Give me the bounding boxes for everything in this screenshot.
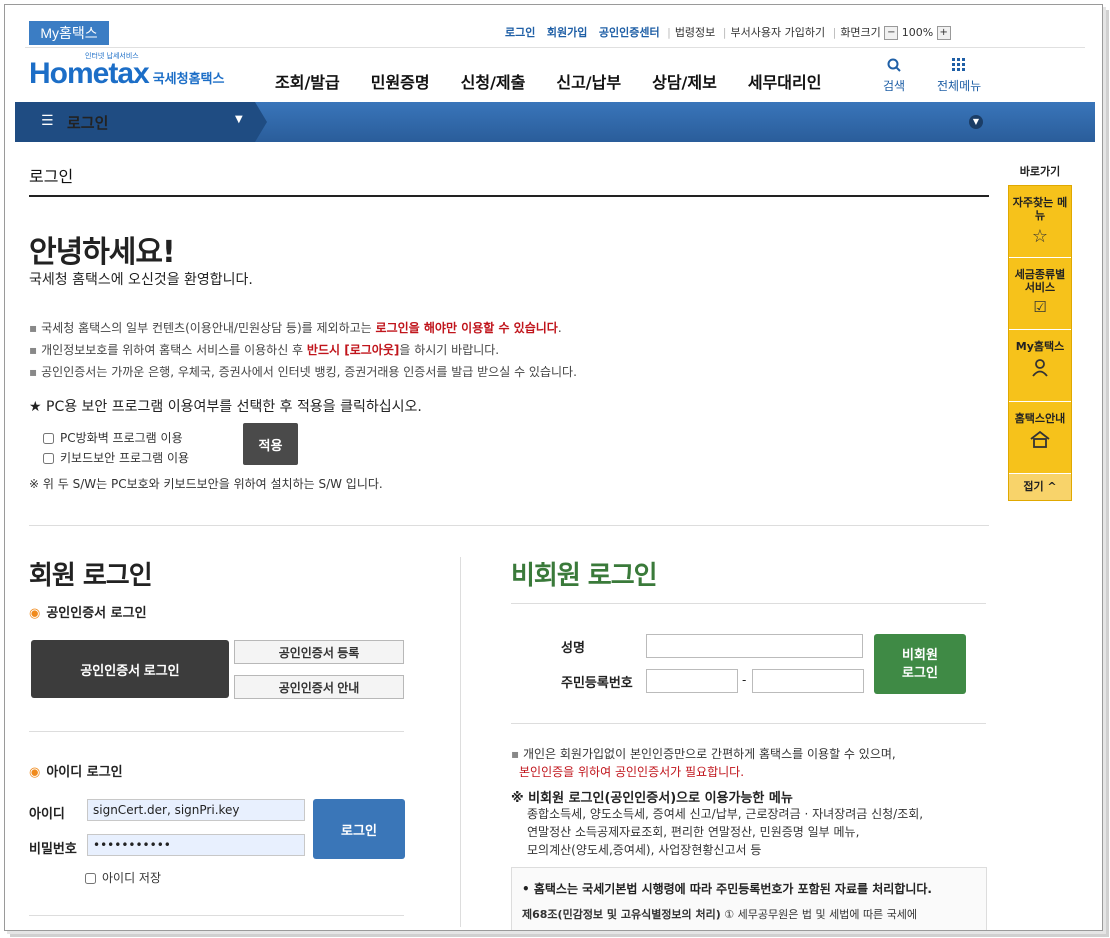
welcome-text: 국세청 홈택스에 오신것을 환영합니다. <box>29 272 253 288</box>
notice-list: ▪ 국세청 홈택스의 일부 컨텐츠(이용안내/민원상담 등)를 제외하고는 로그인… <box>29 317 577 383</box>
password-label: 비밀번호 <box>29 842 77 857</box>
security-note: ※ 위 두 S/W는 PC보호와 키보드보안을 위하여 설치하는 S/W 입니다… <box>29 477 383 491</box>
nonmember-login-button[interactable]: 비회원 로그인 <box>874 634 966 694</box>
member-login-heading: 회원 로그인 <box>29 561 153 591</box>
nonmember-login-heading: 비회원 로그인 <box>511 561 658 591</box>
cert-login-button[interactable]: 공인인증서 로그인 <box>31 640 229 698</box>
security-program-heading: ★ PC용 보안 프로그램 이용여부를 선택한 후 적용을 클릭하십시오. <box>29 399 422 415</box>
title-divider <box>29 195 989 197</box>
nav-consult[interactable]: 상담/제보 <box>652 69 717 93</box>
quick-menu-title: 바로가기 <box>1019 165 1061 178</box>
zoom-out-button[interactable]: − <box>884 26 899 40</box>
notice-item: ▪ 국세청 홈택스의 일부 컨텐츠(이용안내/민원상담 등)를 제외하고는 로그인… <box>29 321 562 335</box>
checkbox-icon: ☑ <box>1033 298 1047 316</box>
page-title: 로그인 <box>29 167 74 186</box>
bullet-icon: ◉ <box>29 765 41 780</box>
law-notice-title: • 홈택스는 국세기본법 시행령에 따라 주민등록번호가 포함된 자료를 처리합… <box>522 882 932 896</box>
rrn-front-input[interactable] <box>646 669 738 693</box>
cert-guide-button[interactable]: 공인인증서 안내 <box>234 675 404 699</box>
rrn-dash: - <box>742 673 747 687</box>
password-input[interactable] <box>87 834 305 856</box>
hamburger-icon: ☰ <box>41 113 54 129</box>
nav-inquiry[interactable]: 조회/발급 <box>275 69 340 93</box>
logo-subtitle: 국세청홈택스 <box>152 72 225 87</box>
all-menu-label: 전체메뉴 <box>937 79 982 93</box>
quick-favorites[interactable]: 자주찾는 메뉴 ☆ <box>1009 186 1071 258</box>
section-divider <box>29 525 989 526</box>
chevron-down-icon[interactable]: ▼ <box>969 115 983 129</box>
user-icon <box>1009 357 1071 382</box>
apply-button[interactable]: 적용 <box>243 423 298 465</box>
search-icon <box>883 57 905 77</box>
quick-menu-close[interactable]: 접기 ^ <box>1009 474 1071 500</box>
notice-item: ▪ 공인인증서는 가까운 은행, 우체국, 증권사에서 인터넷 뱅킹, 증권거래용… <box>29 365 577 379</box>
all-menu-button[interactable]: 전체메뉴 <box>937 57 981 94</box>
signup-link[interactable]: 회원가입 <box>547 26 587 39</box>
nonmember-menu-title: ※ 비회원 로그인(공인인증서)으로 이용가능한 메뉴 <box>511 791 793 806</box>
id-input[interactable] <box>87 799 305 821</box>
quick-menu: 바로가기 자주찾는 메뉴 ☆ 세금종류별 서비스 ☑ My홈택스 홈택스안내 접… <box>1008 163 1072 501</box>
keyboard-security-checkbox[interactable]: 키보드보안 프로그램 이용 <box>43 449 189 466</box>
quick-my-hometax[interactable]: My홈택스 <box>1009 330 1071 402</box>
top-divider <box>25 47 1085 48</box>
screen-size-label: 화면크기 <box>840 26 881 39</box>
nonmember-divider-2 <box>511 723 986 724</box>
house-icon <box>1009 429 1071 454</box>
save-id-checkbox[interactable]: 아이디 저장 <box>85 869 161 886</box>
nav-report[interactable]: 신고/납부 <box>556 69 621 93</box>
member-bottom-divider <box>29 915 404 916</box>
breadcrumb-arrow <box>255 102 267 142</box>
star-icon: ☆ <box>1031 226 1049 247</box>
logo-tagline: 인터넷 납세서비스 <box>85 52 139 60</box>
zoom-in-button[interactable]: + <box>936 26 951 40</box>
firewall-checkbox[interactable]: PC방화벽 프로그램 이용 <box>43 429 183 446</box>
law-info-link[interactable]: 법령정보 <box>675 26 715 39</box>
grid-icon <box>937 57 981 77</box>
name-input[interactable] <box>646 634 863 658</box>
cert-register-button[interactable]: 공인인증서 등록 <box>234 640 404 664</box>
law-notice-box: • 홈택스는 국세기본법 시행령에 따라 주민등록번호가 포함된 자료를 처리합… <box>511 867 987 930</box>
bullet-icon: ◉ <box>29 606 41 621</box>
main-nav: 조회/발급 민원증명 신청/제출 신고/납부 상담/제보 세무대리인 <box>275 69 852 93</box>
member-divider <box>29 731 404 732</box>
quick-hometax-guide[interactable]: 홈택스안내 <box>1009 402 1071 474</box>
login-button[interactable]: 로그인 <box>313 799 405 859</box>
location-current: 로그인 <box>67 114 109 132</box>
name-label: 성명 <box>561 641 585 656</box>
nav-certificate[interactable]: 민원증명 <box>371 69 430 93</box>
nonmember-info: ▪ 개인은 회원가입없이 본인인증만으로 간편하게 홈택스를 이용할 수 있으며… <box>511 747 896 779</box>
utility-links: 로그인 회원가입 공인인증센터 | 법령정보 | 부서사용자 가입하기 | 화면크기 … <box>505 24 982 40</box>
caret-down-icon: ▼ <box>235 114 243 125</box>
zoom-level: 100% <box>901 26 934 39</box>
greeting-heading: 안녕하세요! <box>29 235 176 270</box>
search-label: 검색 <box>883 79 906 93</box>
login-link[interactable]: 로그인 <box>505 26 535 39</box>
logo-wordmark: Hometax <box>29 57 150 90</box>
rrn-back-input[interactable] <box>752 669 864 693</box>
cert-center-link[interactable]: 공인인증센터 <box>599 26 660 39</box>
my-hometax-button[interactable]: My홈택스 <box>29 21 109 45</box>
hometax-logo[interactable]: 인터넷 납세서비스 Hometax 국세청홈택스 <box>29 52 225 91</box>
law-notice-text: 제68조(민감정보 및 고유식별정보의 처리) ① 세무공무원은 법 및 세법에… <box>522 908 918 921</box>
id-login-subheading: ◉ 아이디 로그인 <box>29 765 123 780</box>
nav-apply[interactable]: 신청/제출 <box>461 69 526 93</box>
browser-frame: My홈택스 로그인 회원가입 공인인증센터 | 법령정보 | 부서사용자 가입하기 … <box>4 4 1103 931</box>
nonmember-divider <box>511 603 986 604</box>
nav-agent[interactable]: 세무대리인 <box>748 69 822 93</box>
location-dropdown[interactable]: ☰ 로그인 ▼ <box>15 102 255 142</box>
search-button[interactable]: 검색 <box>883 57 905 94</box>
dept-user-signup-link[interactable]: 부서사용자 가입하기 <box>731 26 826 39</box>
nonmember-menu-list: 종합소득세, 양도소득세, 증여세 신고/납부, 근로장려금 · 자녀장려금 신… <box>527 807 924 857</box>
rrn-label: 주민등록번호 <box>561 676 633 691</box>
notice-item: ▪ 개인정보보호를 위하여 홈택스 서비스를 이용하신 후 반드시 [로그아웃]을… <box>29 343 500 357</box>
quick-tax-service[interactable]: 세금종류별 서비스 ☑ <box>1009 258 1071 330</box>
column-divider <box>460 557 461 927</box>
cert-login-subheading: ◉ 공인인증서 로그인 <box>29 606 147 621</box>
id-label: 아이디 <box>29 807 65 822</box>
